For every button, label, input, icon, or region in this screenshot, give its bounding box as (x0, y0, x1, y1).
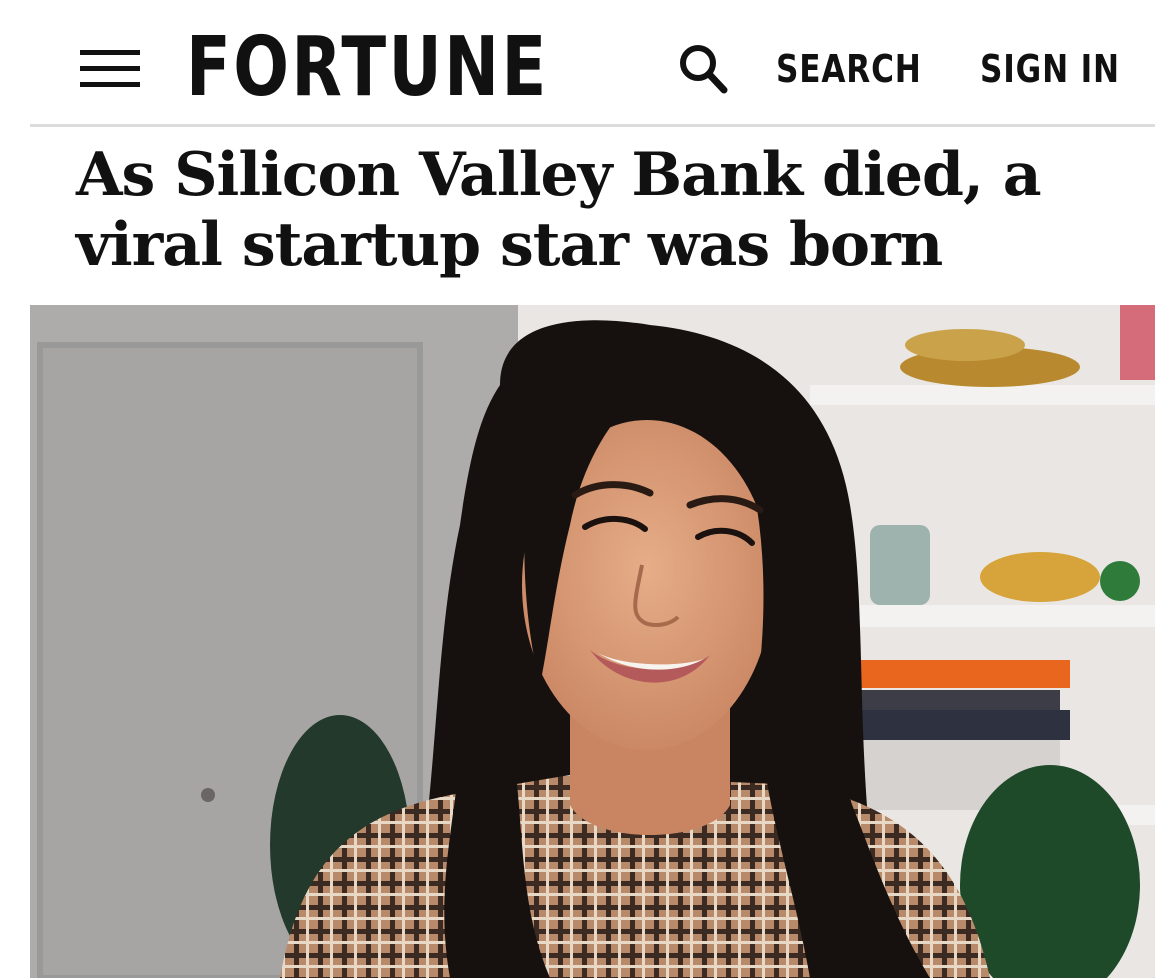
site-header: FORTUNE SEARCH SIGN IN (0, 0, 1170, 126)
sign-in-button[interactable]: SIGN IN (980, 44, 1120, 94)
hamburger-menu-icon[interactable] (80, 50, 140, 88)
search-button[interactable]: SEARCH (776, 44, 922, 94)
hero-image (30, 305, 1155, 978)
search-icon[interactable] (676, 42, 732, 96)
app-frame: FORTUNE SEARCH SIGN IN As Silicon Valley… (0, 0, 1170, 978)
header-divider (30, 124, 1155, 127)
article-headline[interactable]: As Silicon Valley Bank died, a viral sta… (76, 140, 1136, 280)
fortune-logo[interactable]: FORTUNE (186, 18, 549, 118)
